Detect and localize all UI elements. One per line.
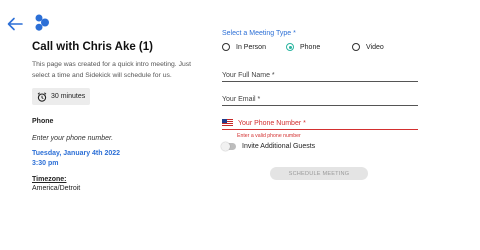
timezone-label: Timezone: [32, 175, 67, 183]
phone-number-label: Your Phone Number * [238, 120, 306, 127]
booking-form: Select a Meeting Type * In Person Phone … [221, 30, 418, 180]
radio-selected-icon[interactable] [286, 43, 294, 51]
meeting-title: Call with Chris Ake (1) [32, 41, 153, 53]
radio-circle-icon[interactable] [352, 43, 360, 51]
invite-guests-label: Invite Additional Guests [242, 143, 316, 150]
meeting-details: Call with Chris Ake (1) This page was cr… [32, 40, 202, 192]
radio-label: Video [366, 43, 384, 51]
us-flag-icon[interactable] [222, 119, 233, 126]
phone-error-message: Enter a valid phone number [237, 133, 301, 139]
radio-phone[interactable]: Phone [286, 43, 352, 51]
schedule-meeting-button[interactable]: SCHEDULE MEETING [270, 167, 368, 180]
meeting-date: Tuesday, January 4th 2022 [32, 149, 121, 157]
back-arrow-icon[interactable] [7, 17, 23, 31]
phone-number-field[interactable]: Your Phone Number * [222, 116, 418, 130]
sidekick-logo-icon [35, 14, 49, 31]
duration-text: 30 minutes [51, 93, 86, 100]
email-field[interactable]: Your Email * [222, 92, 418, 106]
alarm-clock-icon [37, 91, 47, 102]
radio-video[interactable]: Video [352, 43, 384, 51]
invite-guests-row: Invite Additional Guests [221, 142, 316, 151]
timezone-value: America/Detroit [32, 184, 81, 192]
radio-label: Phone [300, 43, 321, 51]
meeting-time: 3:30 pm [32, 159, 59, 167]
phone-prompt: Enter your phone number. [32, 134, 114, 142]
duration-badge: 30 minutes [32, 88, 91, 105]
invite-guests-toggle[interactable] [221, 142, 236, 151]
radio-label: In Person [236, 43, 266, 51]
full-name-label: Your Full Name * [222, 72, 275, 79]
phone-label: Phone [32, 117, 54, 125]
radio-in-person[interactable]: In Person [222, 43, 286, 51]
radio-circle-icon[interactable] [222, 43, 230, 51]
meeting-type-label: Select a Meeting Type * [222, 30, 296, 37]
full-name-field[interactable]: Your Full Name * [222, 68, 418, 82]
email-label: Your Email * [222, 96, 261, 103]
meeting-type-radio-group: In Person Phone Video [222, 41, 418, 53]
meeting-description: This page was created for a quick intro … [32, 61, 192, 79]
